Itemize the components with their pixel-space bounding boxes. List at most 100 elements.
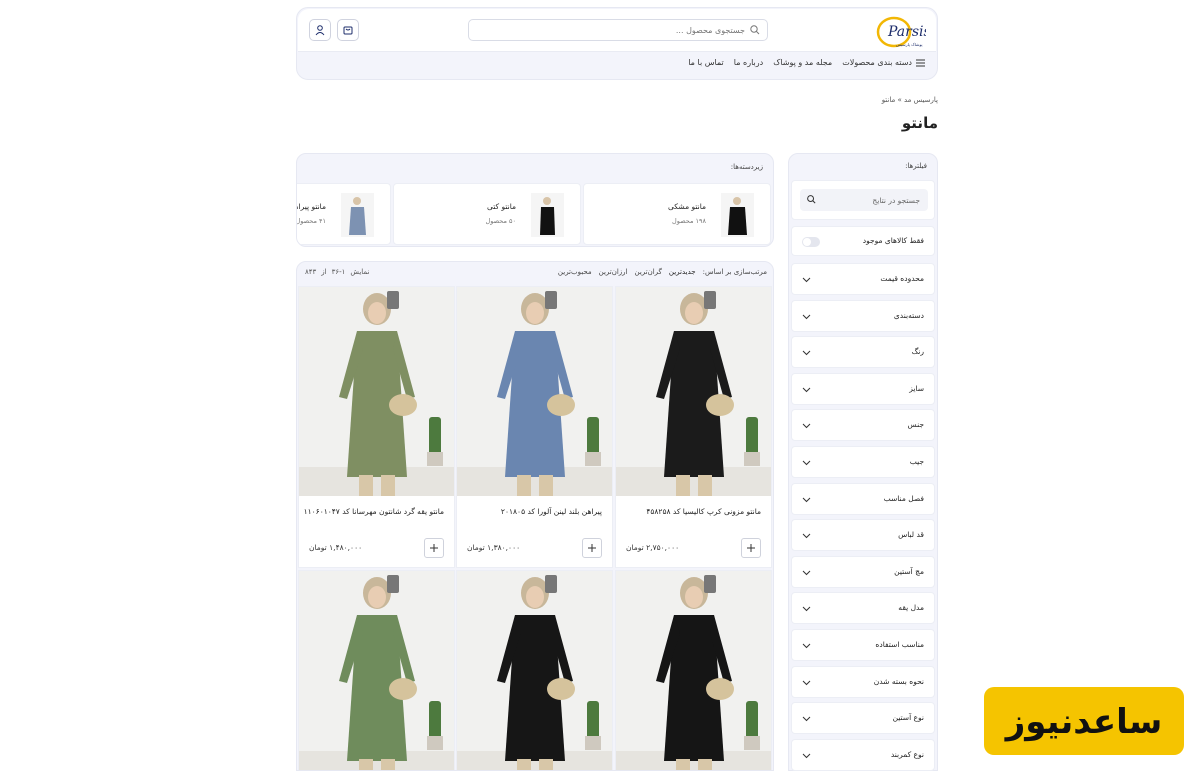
product-image[interactable]	[299, 571, 454, 770]
site-logo[interactable]: Parsis پوشاک پارسیس	[874, 14, 931, 50]
subcategory-count: ۵۰ محصول	[485, 217, 516, 225]
product-image[interactable]	[457, 287, 612, 496]
filter-item-label: فصل مناسب	[883, 493, 924, 503]
chevron-down-icon	[802, 716, 811, 722]
filter-item-label: مدل یقه	[898, 603, 924, 613]
subcategories-panel: زیردسته‌ها: مانتو مشکی ۱۹۸ محصول مانتو ک…	[296, 153, 774, 247]
sort-newest[interactable]: جدیدترین	[669, 268, 696, 276]
filter-item-label: مناسب استفاده	[875, 640, 924, 649]
breadcrumb[interactable]: پارسیس مد » مانتو	[882, 96, 938, 104]
filter-search-input[interactable]: جستجو در نتایج	[800, 189, 928, 211]
user-account-button[interactable]	[309, 19, 331, 41]
main-nav: دسته بندی محصولات مجله مد و پوشاک درباره…	[688, 58, 925, 67]
sort-label: مرتب‌سازی بر اساس:	[702, 268, 767, 276]
sort-most-expensive[interactable]: گران‌ترین	[635, 268, 662, 276]
sort-popular[interactable]: محبوب‌ترین	[558, 268, 592, 276]
filter-item-label: دسته‌بندی	[893, 310, 924, 320]
product-title[interactable]: مانتو یقه گرد شانتون مهرسانا کد ۱۱۰۶۰۱۰۴…	[304, 507, 444, 516]
product-price: ۱,۳۸۰,۰۰۰ تومان	[467, 543, 521, 552]
chevron-down-icon	[802, 570, 811, 576]
product-price: ۲,۷۵۰,۰۰۰ تومان	[626, 543, 680, 552]
chevron-down-icon	[802, 350, 811, 356]
product-card[interactable]: پیراهن بلند لینن آلورا کد ۲۰۱۸۰۵ ۱,۳۸۰,۰…	[456, 286, 613, 568]
sort-cheapest[interactable]: ارزان‌ترین	[599, 268, 628, 276]
filter-item-label: قد لباس	[898, 530, 924, 540]
search-box[interactable]	[468, 19, 768, 41]
product-image[interactable]	[616, 287, 771, 496]
subcategories-label: زیردسته‌ها:	[730, 163, 763, 171]
filter-item[interactable]: قد لباس	[791, 519, 935, 552]
filter-item[interactable]: نوع آستین	[791, 702, 935, 735]
subcategory-thumbnail	[341, 193, 374, 237]
showing-label: نمایش	[350, 268, 370, 276]
header-top-bar: Parsis پوشاک پارسیس	[298, 9, 936, 52]
total-count: ۸۴۳	[305, 268, 317, 276]
filter-item[interactable]: محدوده قیمت	[791, 263, 935, 295]
filter-item-label: نوع کمربند	[890, 749, 924, 759]
of-label: از	[321, 268, 327, 276]
filter-item[interactable]: جیب	[791, 446, 935, 478]
nav-contact[interactable]: تماس با ما	[688, 58, 724, 67]
add-to-cart-button[interactable]	[582, 538, 602, 558]
chevron-down-icon	[802, 460, 811, 466]
subcategory-card[interactable]: مانتو پیراهنی ۴۱ محصول	[296, 183, 391, 245]
nav-about[interactable]: درباره ما	[734, 58, 763, 67]
product-title[interactable]: مانتو مزونی کرپ کالیسیا کد ۴۵۸۲۵۸	[646, 507, 761, 516]
filter-item[interactable]: دسته‌بندی	[791, 299, 935, 332]
filter-item-label: نحوه بسته شدن	[873, 676, 924, 686]
chevron-down-icon	[802, 680, 811, 685]
filter-item[interactable]: مدل یقه	[791, 592, 935, 625]
chevron-down-icon	[802, 497, 811, 502]
add-to-cart-button[interactable]	[424, 538, 444, 558]
product-image[interactable]	[457, 571, 612, 770]
filter-item[interactable]: مچ آستین	[791, 555, 935, 588]
filter-item[interactable]: نحوه بسته شدن	[791, 665, 935, 698]
sort-options: مرتب‌سازی بر اساس: جدیدترین گران‌ترین ار…	[558, 268, 767, 276]
product-card[interactable]	[615, 570, 772, 770]
cart-icon	[343, 26, 353, 35]
product-card[interactable]	[456, 570, 613, 770]
filter-item[interactable]: جنس	[791, 409, 935, 442]
product-image[interactable]	[616, 571, 771, 770]
subcategory-card[interactable]: مانتو مشکی ۱۹۸ محصول	[583, 183, 771, 245]
filter-item[interactable]: فصل مناسب	[791, 482, 935, 515]
product-price: ۱,۴۸۰,۰۰۰ تومان	[309, 543, 363, 552]
chevron-down-icon	[802, 533, 811, 539]
product-card[interactable]: مانتو مزونی کرپ کالیسیا کد ۴۵۸۲۵۸ ۲,۷۵۰,…	[615, 286, 772, 568]
chevron-down-icon	[802, 643, 811, 649]
chevron-down-icon	[802, 607, 811, 612]
nav-categories[interactable]: دسته بندی محصولات	[842, 58, 925, 67]
product-title[interactable]: پیراهن بلند لینن آلورا کد ۲۰۱۸۰۵	[501, 507, 602, 516]
add-to-cart-button[interactable]	[741, 538, 761, 558]
search-icon	[807, 195, 816, 204]
site-header: Parsis پوشاک پارسیس دسته بندی محصولات مج…	[296, 7, 938, 80]
user-icon	[315, 25, 325, 36]
svg-text:ساعدنیوز: ساعدنیوز	[1004, 702, 1163, 742]
in-stock-label: فقط کالاهای موجود	[862, 236, 924, 245]
subcategory-count: ۱۹۸ محصول	[672, 217, 706, 225]
filter-item-label: محدوده قیمت	[880, 274, 924, 283]
cart-button[interactable]	[337, 19, 359, 41]
svg-text:Parsis: Parsis	[887, 24, 926, 40]
search-input[interactable]	[485, 25, 745, 35]
showing-range: ۳۶-۱	[331, 268, 346, 276]
page-title: مانتو	[901, 114, 938, 132]
subcategory-name: مانتو کتی	[487, 202, 516, 211]
subcategory-name: مانتو پیراهنی	[297, 202, 326, 211]
in-stock-filter: فقط کالاهای موجود	[791, 226, 935, 256]
subcategory-card[interactable]: مانتو کتی ۵۰ محصول	[393, 183, 581, 245]
plus-icon	[747, 544, 755, 552]
filter-item[interactable]: نوع کمربند	[791, 738, 935, 771]
filter-item[interactable]: رنگ	[791, 336, 935, 369]
subcategory-count: ۴۱ محصول	[296, 217, 326, 225]
in-stock-toggle[interactable]	[802, 237, 820, 247]
nav-magazine[interactable]: مجله مد و پوشاک	[773, 58, 832, 67]
filter-item[interactable]: سایز	[791, 372, 935, 405]
filter-item-label: نوع آستین	[892, 713, 924, 723]
filter-item[interactable]: مناسب استفاده	[791, 629, 935, 661]
subcategory-thumbnail	[721, 193, 754, 237]
product-card[interactable]: مانتو یقه گرد شانتون مهرسانا کد ۱۱۰۶۰۱۰۴…	[298, 286, 455, 568]
subcategory-name: مانتو مشکی	[667, 202, 706, 211]
product-image[interactable]	[299, 287, 454, 496]
product-card[interactable]	[298, 570, 455, 770]
